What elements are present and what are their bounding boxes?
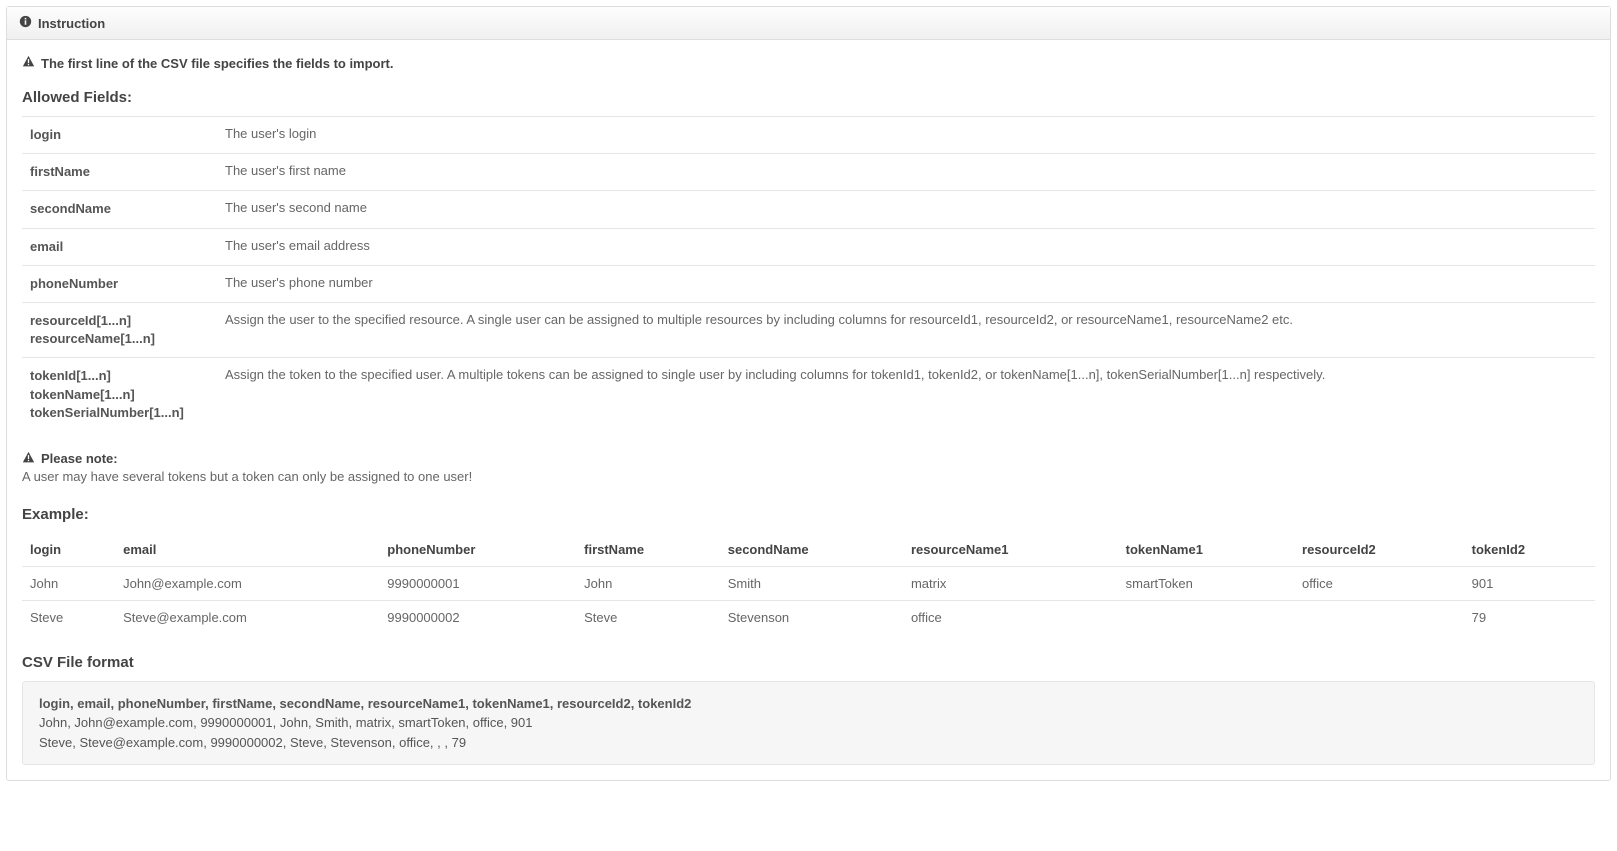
allowed-fields-heading: Allowed Fields: <box>22 89 1595 106</box>
field-name: tokenId[1...n]tokenName[1...n]tokenSeria… <box>22 358 217 431</box>
column-header: phoneNumber <box>379 533 576 567</box>
table-cell: Smith <box>720 566 903 600</box>
column-header: resourceId2 <box>1294 533 1464 567</box>
table-row: phoneNumberThe user's phone number <box>22 265 1595 302</box>
field-name: login <box>22 117 217 154</box>
intro-text: The first line of the CSV file specifies… <box>41 56 394 71</box>
field-description: Assign the user to the specified resourc… <box>217 302 1595 357</box>
column-header: email <box>115 533 379 567</box>
example-table: loginemailphoneNumberfirstNamesecondName… <box>22 533 1595 634</box>
panel-heading: Instruction <box>7 7 1610 40</box>
table-row: secondNameThe user's second name <box>22 191 1595 228</box>
column-header: firstName <box>576 533 720 567</box>
table-cell: John <box>576 566 720 600</box>
field-description: The user's first name <box>217 154 1595 191</box>
instruction-panel: Instruction The first line of the CSV fi… <box>6 6 1611 781</box>
table-row: SteveSteve@example.com9990000002SteveSte… <box>22 600 1595 634</box>
table-row: firstNameThe user's first name <box>22 154 1595 191</box>
field-description: The user's phone number <box>217 265 1595 302</box>
column-header: secondName <box>720 533 903 567</box>
note-title: Please note: <box>41 451 118 466</box>
warning-icon <box>22 55 35 71</box>
table-cell: Steve <box>576 600 720 634</box>
info-icon <box>19 15 32 31</box>
table-cell: 9990000001 <box>379 566 576 600</box>
field-name: resourceId[1...n]resourceName[1...n] <box>22 302 217 357</box>
column-header: tokenName1 <box>1118 533 1294 567</box>
note-text: A user may have several tokens but a tok… <box>22 469 1595 484</box>
field-description: The user's login <box>217 117 1595 154</box>
field-name: phoneNumber <box>22 265 217 302</box>
table-row: resourceId[1...n]resourceName[1...n]Assi… <box>22 302 1595 357</box>
csv-heading: CSV File format <box>22 654 1595 671</box>
note-block: Please note: A user may have several tok… <box>22 451 1595 484</box>
field-name: firstName <box>22 154 217 191</box>
table-cell: office <box>1294 566 1464 600</box>
table-cell <box>1294 600 1464 634</box>
table-cell: Steve <box>22 600 115 634</box>
field-description: The user's email address <box>217 228 1595 265</box>
csv-data-line: Steve, Steve@example.com, 9990000002, St… <box>39 733 1578 753</box>
table-cell: 79 <box>1464 600 1595 634</box>
table-cell: smartToken <box>1118 566 1294 600</box>
csv-header-line: login, email, phoneNumber, firstName, se… <box>39 694 1578 714</box>
table-cell: office <box>903 600 1118 634</box>
column-header: resourceName1 <box>903 533 1118 567</box>
intro-alert: The first line of the CSV file specifies… <box>22 55 1595 71</box>
table-cell: 9990000002 <box>379 600 576 634</box>
field-description: The user's second name <box>217 191 1595 228</box>
table-row: loginThe user's login <box>22 117 1595 154</box>
table-cell: matrix <box>903 566 1118 600</box>
table-cell <box>1118 600 1294 634</box>
column-header: login <box>22 533 115 567</box>
warning-icon <box>22 451 35 467</box>
table-row: tokenId[1...n]tokenName[1...n]tokenSeria… <box>22 358 1595 431</box>
example-heading: Example: <box>22 506 1595 523</box>
table-cell: Steve@example.com <box>115 600 379 634</box>
csv-file-format-box: login, email, phoneNumber, firstName, se… <box>22 681 1595 766</box>
panel-title: Instruction <box>38 16 105 31</box>
panel-body: The first line of the CSV file specifies… <box>7 40 1610 780</box>
field-name: secondName <box>22 191 217 228</box>
allowed-fields-table: loginThe user's loginfirstNameThe user's… <box>22 116 1595 431</box>
field-name: email <box>22 228 217 265</box>
table-cell: 901 <box>1464 566 1595 600</box>
table-row: JohnJohn@example.com9990000001JohnSmithm… <box>22 566 1595 600</box>
csv-data-line: John, John@example.com, 9990000001, John… <box>39 713 1578 733</box>
table-row: emailThe user's email address <box>22 228 1595 265</box>
table-cell: John <box>22 566 115 600</box>
table-cell: Stevenson <box>720 600 903 634</box>
field-description: Assign the token to the specified user. … <box>217 358 1595 431</box>
table-cell: John@example.com <box>115 566 379 600</box>
column-header: tokenId2 <box>1464 533 1595 567</box>
